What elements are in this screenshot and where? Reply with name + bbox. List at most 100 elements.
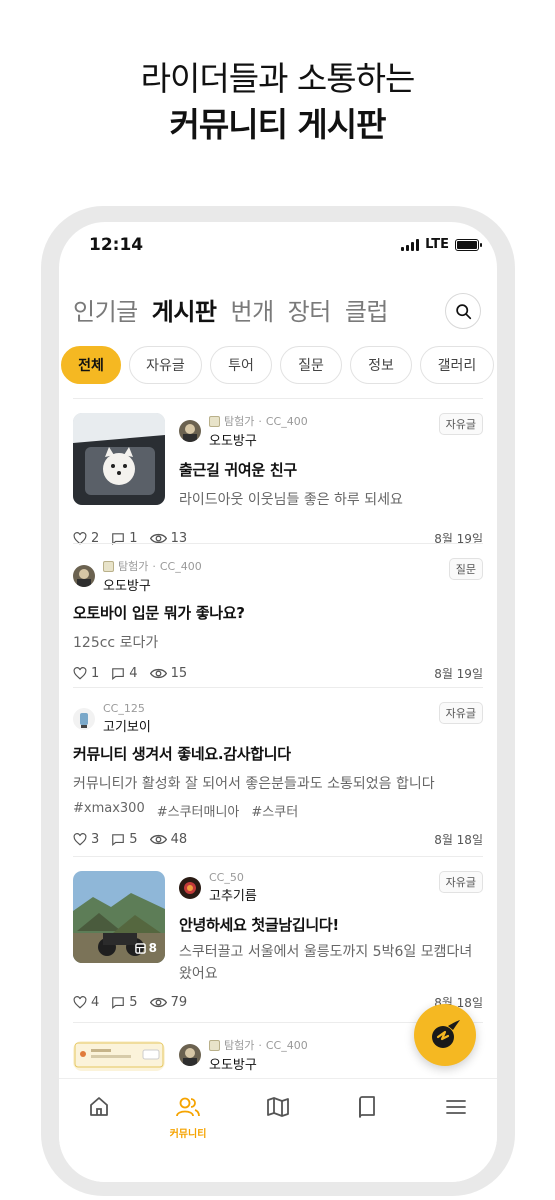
write-post-button[interactable]	[414, 1004, 476, 1066]
post-thumbnail[interactable]	[73, 1041, 165, 1071]
chip-all[interactable]: 전체	[61, 346, 121, 384]
chip-info[interactable]: 정보	[350, 346, 412, 384]
like-count: 3	[91, 831, 100, 847]
post-item[interactable]: 탐험가 · CC_400 오도방구 질문 오토바이 입문 뭐가 좋나요? 125cc…	[73, 543, 483, 687]
nav-home[interactable]	[69, 1095, 129, 1123]
category-tag: 질문	[448, 558, 483, 580]
tab-meetup[interactable]: 번개	[231, 292, 275, 327]
post-title: 안녕하세요 첫글남깁니다!	[179, 916, 339, 934]
tab-club[interactable]: 클럽	[345, 292, 389, 327]
hashtag[interactable]: #스쿠터매니아	[157, 801, 240, 820]
post-title: 커뮤니티 생겨서 좋네요.감사합니다	[73, 745, 291, 763]
post-thumbnail[interactable]: 8	[73, 871, 165, 963]
post-item[interactable]: 8 CC_50 고추기름 안녕하세요 첫글남깁니다! 스쿠터끌고 서울에서 울릉…	[73, 856, 483, 1022]
post-body: 125cc 로다가	[73, 635, 159, 651]
nav-community-label: 커뮤니티	[169, 1129, 207, 1140]
chip-free[interactable]: 자유글	[129, 346, 202, 384]
author-name[interactable]: 오도방구	[103, 575, 202, 594]
chip-gallery[interactable]: 갤러리	[420, 346, 494, 384]
phone-screen: 12:14 LTE 인기글 게시판 번개 장터 클럽 전체 자유글 투어 질문 …	[59, 222, 497, 1182]
level-badge-icon	[209, 415, 220, 427]
top-tabs: 인기글 게시판 번개 장터 클럽	[73, 292, 389, 327]
flame-pen-icon	[432, 1020, 460, 1048]
nav-menu[interactable]	[426, 1095, 486, 1123]
tab-board[interactable]: 게시판	[152, 292, 217, 327]
author-level: 탐험가	[224, 1039, 255, 1052]
category-tag: 자유글	[438, 413, 483, 435]
search-icon	[455, 303, 471, 319]
chip-question[interactable]: 질문	[280, 346, 342, 384]
avatar[interactable]	[179, 420, 201, 442]
level-badge-icon	[209, 1039, 220, 1051]
like-count: 4	[91, 994, 100, 1010]
gallery-icon	[134, 942, 146, 954]
author-name[interactable]: 오도방구	[209, 430, 308, 449]
community-icon	[176, 1097, 200, 1117]
author-cc: CC_125	[103, 702, 145, 715]
signal-icon	[401, 238, 420, 251]
avatar[interactable]	[73, 707, 95, 730]
menu-icon	[446, 1100, 466, 1114]
post-title: 출근길 귀여운 친구	[179, 461, 297, 479]
like-count: 1	[91, 665, 100, 681]
author-cc: CC_50	[209, 871, 244, 884]
view-count: 79	[170, 994, 188, 1010]
heart-icon[interactable]	[73, 666, 87, 680]
search-button[interactable]	[445, 293, 481, 329]
comment-count: 4	[129, 665, 138, 681]
nav-map[interactable]	[248, 1095, 308, 1123]
level-badge-icon	[103, 560, 114, 572]
avatar[interactable]	[179, 1044, 201, 1066]
view-count: 48	[170, 831, 188, 847]
comment-icon[interactable]	[111, 667, 125, 680]
nav-book[interactable]	[337, 1095, 397, 1123]
post-title: 오토바이 입문 뭐가 좋나요?	[73, 604, 245, 622]
eye-icon	[149, 997, 167, 1007]
post-item[interactable]: CC_125 고기보이 자유글 커뮤니티 생겨서 좋네요.감사합니다 커뮤니티가…	[73, 687, 483, 856]
avatar[interactable]	[179, 876, 201, 899]
author-name[interactable]: 고기보이	[103, 716, 151, 735]
author-name[interactable]: 고추기름	[209, 885, 257, 904]
comment-count: 5	[129, 994, 138, 1010]
category-chips: 전체 자유글 투어 질문 정보 갤러리	[61, 346, 494, 384]
post-thumbnail[interactable]	[73, 413, 165, 505]
bottom-nav: 커뮤니티	[59, 1078, 497, 1182]
nav-community[interactable]: 커뮤니티	[158, 1095, 218, 1140]
battery-icon	[455, 238, 482, 251]
post-body: 스쿠터끌고 서울에서 울릉도까지 5박6일 모캠다녀왔어요	[179, 944, 473, 982]
headline-line-1: 라이더들과 소통하는	[140, 59, 416, 98]
hashtag-list: #xmax300 #스쿠터매니아 #스쿠터	[73, 801, 483, 820]
author-cc: CC_400	[265, 1038, 308, 1052]
comment-count: 5	[129, 831, 138, 847]
post-item[interactable]: 탐험가 · CC_400 오도방구 출근길 귀여운 친구 라이드아웃 이웃님들 좋은…	[73, 398, 483, 546]
post-date: 8월 19일	[434, 666, 483, 681]
heart-icon[interactable]	[73, 995, 87, 1009]
photo-count: 8	[148, 941, 157, 955]
post-date: 8월 18일	[434, 832, 483, 847]
hashtag[interactable]: #스쿠터	[251, 801, 298, 820]
author-cc: CC_400	[159, 559, 202, 573]
chip-tour[interactable]: 투어	[210, 346, 272, 384]
category-tag: 자유글	[438, 871, 483, 893]
avatar[interactable]	[73, 565, 95, 587]
category-tag: 자유글	[438, 702, 483, 724]
hashtag[interactable]: #xmax300	[73, 801, 145, 820]
author-name[interactable]: 오도방구	[209, 1054, 308, 1073]
network-label: LTE	[425, 237, 449, 252]
eye-icon	[149, 834, 167, 844]
post-body: 라이드아웃 이웃님들 좋은 하루 되세요	[179, 492, 403, 508]
tab-market[interactable]: 장터	[288, 292, 332, 327]
post-body: 커뮤니티가 활성화 잘 되어서 좋은분들과도 소통되었음 합니다	[73, 776, 435, 792]
status-time: 12:14	[89, 235, 144, 255]
post-feed: 탐험가 · CC_400 오도방구 출근길 귀여운 친구 라이드아웃 이웃님들 좋은…	[73, 398, 483, 1102]
heart-icon[interactable]	[73, 832, 87, 846]
status-bar: 12:14 LTE	[59, 222, 497, 272]
view-count: 15	[170, 665, 188, 681]
headline-line-2: 커뮤니티 게시판	[169, 105, 386, 144]
tab-popular[interactable]: 인기글	[73, 292, 138, 327]
book-icon	[359, 1096, 375, 1118]
comment-icon[interactable]	[111, 833, 125, 846]
eye-icon	[149, 668, 167, 678]
comment-icon[interactable]	[111, 996, 125, 1009]
author-level: 탐험가	[224, 415, 255, 428]
